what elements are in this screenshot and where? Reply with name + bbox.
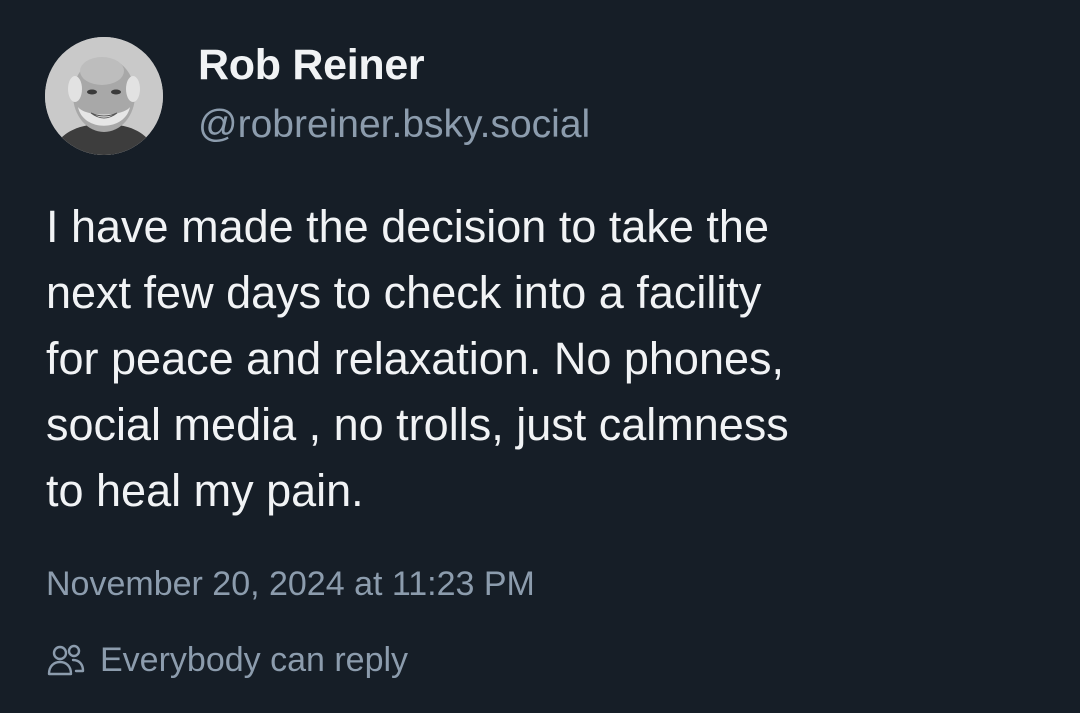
post-card: Rob Reiner @robreiner.bsky.social I have… [0, 0, 1080, 713]
avatar-photo-icon [45, 37, 163, 155]
author-avatar[interactable] [45, 37, 163, 155]
post-text: I have made the decision to take the nex… [46, 194, 1046, 524]
author-display-name[interactable]: Rob Reiner [198, 41, 425, 90]
author-handle[interactable]: @robreiner.bsky.social [198, 103, 590, 147]
reply-setting-label: Everybody can reply [100, 640, 409, 679]
reply-setting: Everybody can reply [46, 638, 408, 682]
people-icon [46, 643, 86, 677]
post-text-line: social media , no trolls, just calmness [46, 399, 789, 450]
post-text-line: to heal my pain. [46, 465, 364, 516]
post-text-line: for peace and relaxation. No phones, [46, 333, 784, 384]
post-timestamp[interactable]: November 20, 2024 at 11:23 PM [46, 565, 535, 604]
post-text-line: next few days to check into a facility [46, 267, 762, 318]
post-text-line: I have made the decision to take the [46, 201, 769, 252]
